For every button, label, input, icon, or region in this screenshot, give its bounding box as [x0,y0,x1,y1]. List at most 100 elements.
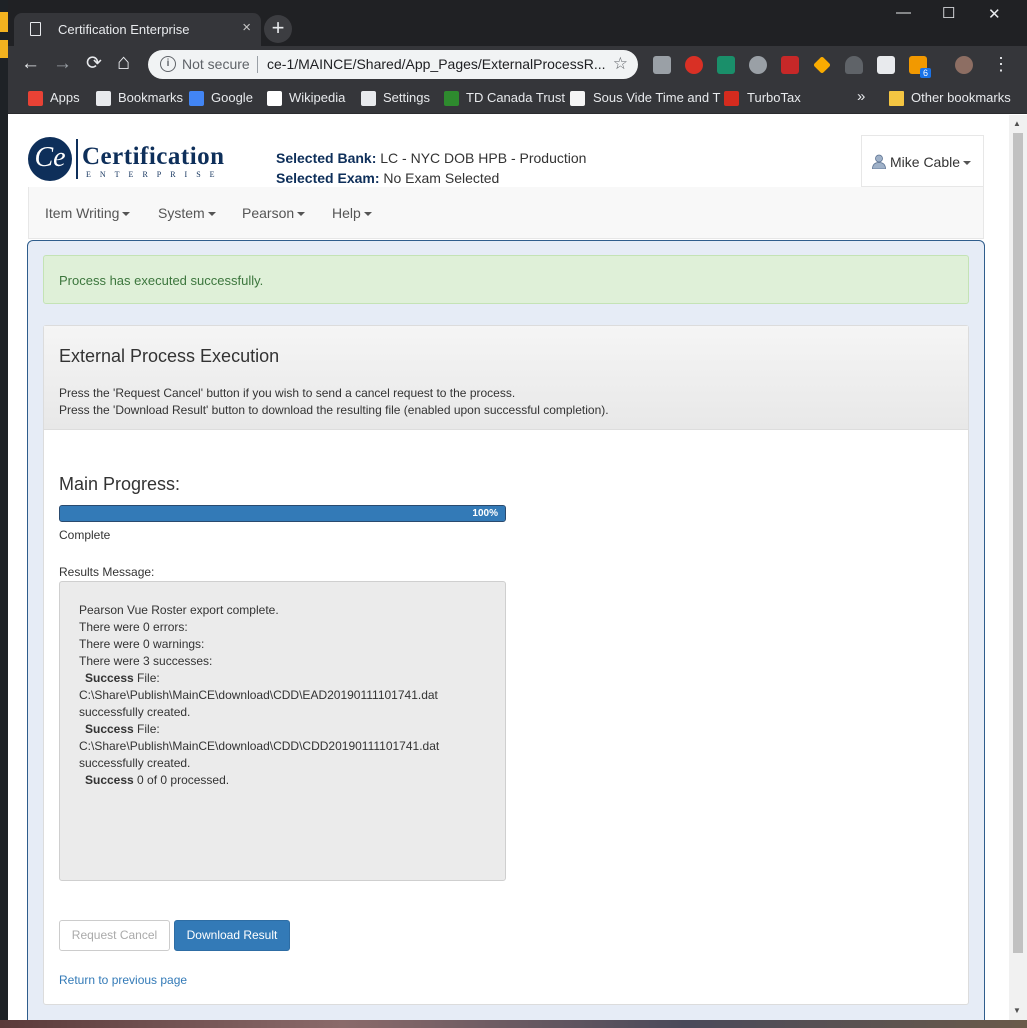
selected-exam-value: No Exam Selected [383,170,500,186]
selection-info: Selected Bank: LC - NYC DOB HPB - Produc… [276,148,586,188]
bookmark-item[interactable]: Bookmarks [118,90,183,105]
result-path: C:\Share\Publish\MainCE\download\CDD\EAD… [79,688,438,702]
result-line: successfully created. [79,756,191,770]
result-line: There were 0 warnings: [79,637,205,651]
rss-badge: 6 [920,68,932,78]
home-icon[interactable]: ⌂ [117,51,130,73]
browser-tab[interactable]: Certification Enterprise × [14,13,261,46]
sparkle-extension-icon[interactable] [813,56,831,74]
result-path: C:\Share\Publish\MainCE\download\CDD\CDD… [79,739,440,753]
page-scrollbar[interactable]: ▲ ▼ [1009,115,1027,1020]
panel-header: External Process Execution Press the 'Re… [44,326,968,430]
result-line: There were 0 errors: [79,620,188,634]
forward-icon[interactable]: → [53,54,72,74]
mail-extension-icon[interactable] [653,56,671,74]
main-navbar: Item Writing System Pearson Help [28,187,984,239]
progress-label: 100% [472,508,498,519]
chevron-down-icon [122,212,131,217]
user-name: Mike Cable [890,154,961,170]
location-extension-icon[interactable] [749,56,767,74]
user-icon [872,154,886,169]
reload-icon[interactable]: ⟳ [86,54,102,74]
menu-item-writing[interactable]: Item Writing [45,205,131,221]
wikipedia-icon [267,91,282,106]
desktop-taskbar-edge [0,1020,1027,1028]
user-menu-button[interactable]: Mike Cable [861,135,984,187]
download-result-button[interactable]: Download Result [174,920,290,951]
result-line: There were 3 successes: [79,654,213,668]
bookmark-item[interactable]: Sous Vide Time and T [593,90,720,105]
chevron-down-icon [297,212,306,217]
instruction-line-2: Press the 'Download Result' button to do… [59,403,609,417]
success-label: Success [85,671,134,685]
bookmarks-overflow-icon[interactable]: » [857,88,865,105]
success-label: Success [85,722,134,736]
info-icon[interactable]: i [160,56,176,72]
url-text[interactable]: ce-1/MAINCE/Shared/App_Pages/ExternalPro… [267,56,606,72]
bookmark-item[interactable]: Settings [383,90,430,105]
bookmark-item[interactable]: TD Canada Trust [466,90,565,105]
content-container: Process has executed successfully. Exter… [27,240,985,1020]
web-page: Ce Certification ENTERPRISE Selected Ban… [8,115,1027,1020]
logo-word: Certification [82,143,225,170]
logo-mark: Ce [28,137,72,181]
instruction-line-1: Press the 'Request Cancel' button if you… [59,386,516,400]
check-icon [724,91,739,106]
minimize-icon[interactable]: — [896,4,911,21]
progress-title: Main Progress: [59,474,181,494]
maximize-icon[interactable]: ☐ [942,4,955,22]
browser-toolbar: ← → ⟳ ⌂ i Not secure ce-1/MAINCE/Shared/… [8,46,1027,84]
menu-help[interactable]: Help [332,205,372,221]
bookmark-item[interactable]: Google [211,90,253,105]
bookmark-star-icon[interactable]: ☆ [613,54,628,74]
other-bookmarks[interactable]: Other bookmarks [911,90,1011,105]
new-tab-button[interactable]: + [264,15,292,43]
scroll-down-icon[interactable]: ▼ [1013,1006,1021,1015]
page-icon [30,22,41,36]
alert-text: Process has executed successfully. [59,273,264,288]
bookmarks-bar: Apps Bookmarks Google Wikipedia Settings TD C… [8,84,1027,114]
evernote-extension-icon[interactable] [717,56,735,74]
profile-avatar[interactable] [955,56,973,74]
chrome-menu-icon[interactable]: ⋮ [992,54,1010,74]
scroll-up-icon[interactable]: ▲ [1013,119,1021,128]
results-message-box: Pearson Vue Roster export complete. Ther… [59,581,506,881]
menu-system[interactable]: System [158,205,216,221]
page-icon [570,91,585,106]
divider [257,56,258,73]
chevron-down-icon [207,212,216,217]
bookmark-item[interactable]: TurboTax [747,90,801,105]
book-extension-icon[interactable] [781,56,799,74]
gear-icon [361,91,376,106]
success-label: Success [85,773,134,787]
address-bar[interactable]: i Not secure ce-1/MAINCE/Shared/App_Page… [148,50,638,79]
back-icon[interactable]: ← [21,54,40,74]
folder-icon [889,91,904,106]
scrollbar-thumb[interactable] [1013,133,1023,953]
process-panel: External Process Execution Press the 'Re… [43,325,969,1005]
title-bar: Certification Enterprise × + — ☐ ✕ [8,0,1027,46]
tab-title: Certification Enterprise [58,22,190,37]
bookmark-item[interactable]: Apps [50,90,80,105]
panel-title: External Process Execution [59,346,280,366]
headphones-extension-icon[interactable] [845,56,863,74]
success-alert: Process has executed successfully. [43,255,969,304]
close-window-icon[interactable]: ✕ [988,5,1001,23]
menu-pearson[interactable]: Pearson [242,205,306,221]
selected-bank-value: LC - NYC DOB HPB - Production [380,150,587,166]
office-extension-icon[interactable] [877,56,895,74]
selected-bank-label: Selected Bank: [276,150,377,166]
google-icon [189,91,204,106]
progress-status: Complete [59,528,111,542]
request-cancel-button[interactable]: Request Cancel [59,920,170,951]
selected-exam-label: Selected Exam: [276,170,380,186]
result-line: Success File: [85,671,160,685]
chevron-down-icon [363,212,372,217]
bookmark-item[interactable]: Wikipedia [289,90,345,105]
tab-close-icon[interactable]: × [242,19,251,36]
result-line: Pearson Vue Roster export complete. [79,603,279,617]
return-link[interactable]: Return to previous page [59,973,187,987]
security-label: Not secure [182,56,250,72]
result-line: Success 0 of 0 processed. [85,773,230,787]
adblock-extension-icon[interactable] [685,56,703,74]
